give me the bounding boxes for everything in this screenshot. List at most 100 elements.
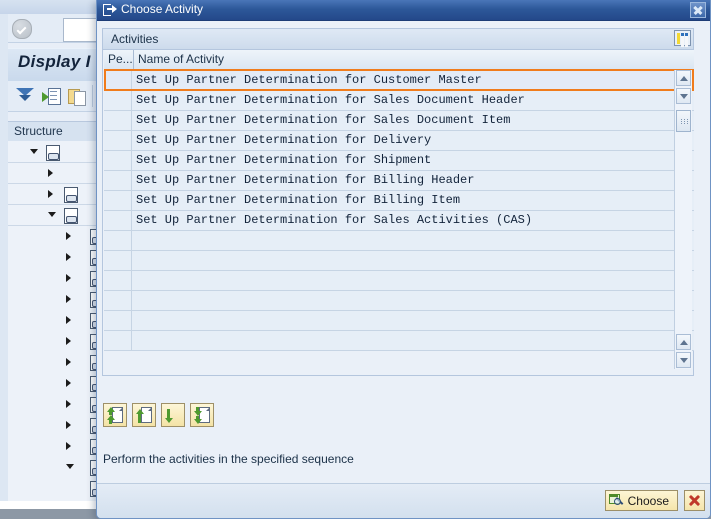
move-to-top-button[interactable] bbox=[103, 403, 127, 427]
document-icon bbox=[64, 187, 78, 203]
tree-row[interactable] bbox=[8, 393, 104, 414]
scroll-thumb-grip[interactable] bbox=[676, 110, 691, 132]
scroll-up-icon[interactable] bbox=[676, 70, 691, 86]
expand-triangle-icon[interactable] bbox=[66, 400, 71, 408]
table-row[interactable]: Set Up Partner Determination for Deliver… bbox=[104, 131, 694, 151]
document-icon bbox=[46, 145, 60, 161]
tree-row[interactable] bbox=[8, 204, 96, 226]
table-row[interactable]: Set Up Partner Determination for Sales D… bbox=[104, 111, 694, 131]
move-up-button[interactable] bbox=[132, 403, 156, 427]
move-down-button[interactable] bbox=[161, 403, 185, 427]
copy-icon[interactable] bbox=[68, 87, 86, 106]
tree-row[interactable] bbox=[8, 372, 104, 393]
scroll-down-icon[interactable] bbox=[676, 88, 691, 104]
toolbar-separator bbox=[92, 85, 93, 107]
background-left-strip bbox=[0, 14, 8, 519]
exit-door-icon bbox=[103, 4, 117, 16]
expand-triangle-icon[interactable] bbox=[66, 316, 71, 324]
expand-triangle-icon[interactable] bbox=[48, 190, 53, 198]
table-row[interactable]: Set Up Partner Determination for Billing… bbox=[104, 171, 694, 191]
cell-activity-name: Set Up Partner Determination for Billing… bbox=[136, 173, 475, 187]
expand-triangle-icon[interactable] bbox=[66, 337, 71, 345]
list-scrollbar[interactable] bbox=[674, 70, 692, 369]
cell-pe bbox=[104, 251, 132, 270]
expand-triangle-icon[interactable] bbox=[66, 295, 71, 303]
cell-activity-name bbox=[133, 311, 136, 330]
cell-pe bbox=[104, 131, 132, 150]
close-icon[interactable] bbox=[690, 2, 706, 18]
cell-pe bbox=[104, 231, 132, 250]
tree-row[interactable] bbox=[8, 330, 104, 351]
collapse-triangle-icon[interactable] bbox=[30, 149, 38, 154]
activities-group: Activities Pe... Name of Activity Set Up… bbox=[102, 28, 694, 376]
scroll-page-down-icon[interactable] bbox=[676, 352, 691, 368]
cell-pe bbox=[104, 211, 132, 230]
tree-row[interactable] bbox=[8, 351, 104, 372]
table-header-row: Pe... Name of Activity bbox=[104, 50, 694, 70]
tree-row[interactable] bbox=[8, 141, 96, 163]
hint-text: Perform the activities in the specified … bbox=[103, 452, 354, 466]
expand-triangle-icon[interactable] bbox=[48, 169, 53, 177]
table-row[interactable] bbox=[104, 251, 694, 271]
table-row[interactable]: Set Up Partner Determination for Billing… bbox=[104, 191, 694, 211]
tree-row[interactable] bbox=[8, 309, 104, 330]
cell-activity-name bbox=[133, 331, 136, 350]
table-row[interactable]: Set Up Partner Determination for Sales D… bbox=[104, 91, 694, 111]
cell-activity-name: Set Up Partner Determination for Billing… bbox=[136, 193, 461, 207]
cell-activity-name bbox=[133, 291, 136, 310]
tree-row[interactable] bbox=[8, 162, 96, 184]
tree-row[interactable] bbox=[8, 435, 104, 456]
expand-triangle-icon[interactable] bbox=[66, 232, 71, 240]
activities-list: Set Up Partner Determination for Custome… bbox=[104, 69, 694, 369]
choose-button-label: Choose bbox=[627, 494, 669, 508]
tree-row[interactable] bbox=[8, 267, 104, 288]
ok-check-button[interactable] bbox=[12, 19, 32, 39]
table-row[interactable]: Set Up Partner Determination for Shipmen… bbox=[104, 151, 694, 171]
table-row-selected[interactable]: Set Up Partner Determination for Custome… bbox=[104, 69, 694, 91]
screen-root: Display I Structure g Choose Activi bbox=[0, 0, 711, 519]
table-row[interactable]: Set Up Partner Determination for Sales A… bbox=[104, 211, 694, 231]
tree-row[interactable] bbox=[8, 246, 104, 267]
table-row[interactable] bbox=[104, 271, 694, 291]
structure-label: Structure bbox=[14, 124, 63, 138]
cell-activity-name: Set Up Partner Determination for Sales D… bbox=[136, 93, 525, 107]
filter-icon[interactable] bbox=[16, 87, 34, 105]
cell-pe bbox=[104, 191, 132, 210]
cell-pe bbox=[104, 311, 132, 330]
cancel-x-icon[interactable] bbox=[684, 490, 705, 511]
scroll-page-up-icon[interactable] bbox=[676, 334, 691, 350]
expand-triangle-icon[interactable] bbox=[66, 442, 71, 450]
cell-pe bbox=[104, 151, 132, 170]
cell-pe bbox=[104, 271, 132, 290]
expand-triangle-icon[interactable] bbox=[66, 253, 71, 261]
cell-pe bbox=[104, 171, 132, 190]
tree-row[interactable] bbox=[8, 288, 104, 309]
cell-activity-name: Set Up Partner Determination for Custome… bbox=[136, 73, 482, 87]
tree-row[interactable] bbox=[8, 225, 104, 246]
expand-triangle-icon[interactable] bbox=[66, 421, 71, 429]
group-header bbox=[103, 29, 693, 50]
tree-row[interactable] bbox=[8, 477, 104, 498]
tree-row[interactable] bbox=[8, 183, 96, 205]
table-row[interactable] bbox=[104, 231, 694, 251]
column-header-name[interactable]: Name of Activity bbox=[133, 50, 663, 69]
table-settings-icon[interactable] bbox=[674, 30, 691, 47]
column-header-pe[interactable]: Pe... bbox=[104, 50, 133, 69]
expand-triangle-icon[interactable] bbox=[66, 379, 71, 387]
cell-activity-name bbox=[133, 271, 136, 290]
choose-button[interactable]: Choose bbox=[604, 490, 678, 511]
structure-tree bbox=[8, 141, 104, 518]
expand-triangle-icon[interactable] bbox=[66, 358, 71, 366]
move-to-bottom-button[interactable] bbox=[190, 403, 214, 427]
tree-row[interactable] bbox=[8, 456, 104, 477]
table-row[interactable] bbox=[104, 311, 694, 331]
table-row[interactable] bbox=[104, 331, 694, 351]
collapse-triangle-icon[interactable] bbox=[66, 464, 74, 469]
execute-icon[interactable] bbox=[42, 87, 61, 105]
cell-activity-name: Set Up Partner Determination for Shipmen… bbox=[136, 153, 432, 167]
collapse-triangle-icon[interactable] bbox=[48, 212, 56, 217]
expand-triangle-icon[interactable] bbox=[66, 274, 71, 282]
tree-row[interactable] bbox=[8, 414, 104, 435]
table-row[interactable] bbox=[104, 291, 694, 311]
dialog-title: Choose Activity bbox=[121, 2, 204, 16]
